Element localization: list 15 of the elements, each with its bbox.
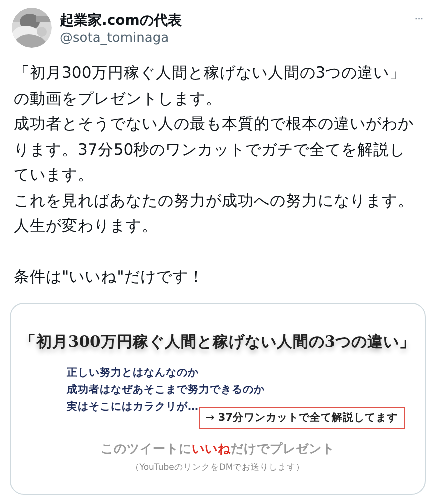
tweet-text: の動画をプレゼントします。 [14, 88, 223, 110]
author-name[interactable]: 起業家.comの代表 [60, 12, 407, 30]
image-card[interactable]: 「初月300万円稼ぐ人間と稼げない人間の3つの違い」 正しい努力とはなんなのか 成功者はなぜあそこまで努力できるのか 実はそこにはカラクリが… → 37分ワンカットで全て解説してます このツイートにいいねだけでプレゼント （YouTubeのリンクをDMでお送りします） [10, 302, 426, 494]
tweet-text: 条件は"いいね"だけです！ [14, 267, 206, 288]
image-point: 実はそこにはカラクリが… [67, 400, 198, 414]
tweet-text: 「初月300万円稼ぐ人間と稼げない人間の3つの違い」 [14, 63, 407, 84]
image-point: 正しい努力とはなんなのか [67, 366, 200, 380]
note-text: （YouTubeのリンクをDMでお送りします） [130, 462, 306, 474]
tweet-text: これを見ればあなたの努力が成功への努力になります。人生が変わります。 [14, 190, 415, 237]
cta-text: このツイートにいいねだけでプレゼント [101, 440, 335, 458]
image-title: 「初月300万円稼ぐ人間と稼げない人間の3つの違い」 [20, 332, 416, 352]
author-handle[interactable]: @sota_tominaga [60, 30, 407, 48]
image-point: 成功者はなぜあそこまで努力できるのか [67, 382, 266, 398]
tweet-text: 成功者とそうでない人の最も本質的で根本の違いがわかります。37分50秒のワンカットでガチで全てを解説しています。 [14, 114, 415, 186]
callout-box: → 37分ワンカットで全て解説してます [198, 406, 405, 428]
